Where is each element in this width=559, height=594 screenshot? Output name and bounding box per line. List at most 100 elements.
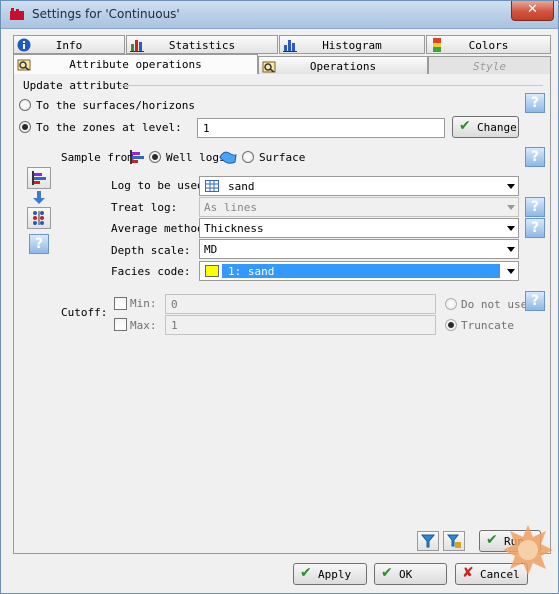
min-label: Min: [130,297,157,310]
change-button-label: Change [477,121,517,134]
app-icon [10,8,24,20]
chevron-down-icon [507,247,515,252]
log-grid-icon [205,180,219,192]
log-to-be-used-combo[interactable]: sand [199,176,519,196]
chevron-down-icon [507,226,515,231]
tab-attribute-operations[interactable]: Attribute operations [13,54,258,75]
help-button-treat-log[interactable]: ? [525,197,545,217]
cutoff-label: Cutoff: [61,306,108,319]
settings-dialog: Settings for 'Continuous' ✕ Info Statist… [0,0,559,594]
filter-icon [421,534,435,548]
well-logs-icon [32,171,46,185]
well-logs-small-icon [130,150,144,164]
chevron-down-icon [507,184,515,189]
update-attribute-label: Update attribute [23,79,129,92]
surfaces-radio[interactable] [19,99,31,111]
help-icon: ? [530,149,540,165]
check-icon: ✔ [381,565,393,581]
help-button-average-method[interactable]: ? [525,218,545,238]
help-button-left[interactable]: ? [29,234,49,254]
check-icon: ✔ [300,565,312,581]
tab-histogram-label: Histogram [322,39,382,52]
title-bar: Settings for 'Continuous' ✕ [1,1,558,29]
tab-attribute-operations-label: Attribute operations [69,58,202,71]
average-method-label: Average method [111,222,204,235]
min-checkbox[interactable] [114,297,127,310]
tab-info[interactable]: Info [13,35,125,54]
section-divider [119,85,543,86]
cancel-icon: ✘ [462,565,474,581]
tab-info-label: Info [55,39,83,52]
help-icon: ? [530,95,540,111]
zones-level-input[interactable]: 1 [197,118,445,138]
facies-code-combo[interactable]: 1: sand [199,261,519,281]
max-checkbox[interactable] [114,318,127,331]
depth-scale-label: Depth scale: [111,244,191,257]
log-to-be-used-value: sand [228,180,255,193]
surfaces-radio-label: To the surfaces/horizons [36,99,195,112]
facies-color-swatch [205,265,219,277]
chevron-down-icon [507,269,515,274]
truncate-radio [445,319,457,331]
filter-settings-icon [447,534,461,548]
help-button-sample[interactable]: ? [525,147,545,167]
well-logs-label: Well logs [166,151,226,164]
tab-colors[interactable]: Colors [426,35,551,54]
decorative-badge-icon [503,525,553,575]
well-logs-button[interactable] [27,167,51,189]
zones-radio-label: To the zones at level: [36,121,182,134]
zones-radio[interactable] [19,121,31,133]
average-method-value: Thickness [204,222,264,235]
tab-style: Style [428,56,551,75]
filter-button[interactable] [417,531,439,551]
zones-button[interactable] [27,207,51,229]
depth-scale-combo[interactable]: MD [199,239,519,259]
tab-statistics-label: Statistics [168,39,236,52]
help-button-cutoff[interactable]: ? [525,291,545,311]
sample-from-label: Sample from [61,151,134,164]
ok-button-label: OK [399,568,413,581]
tab-style-label: Style [472,60,507,73]
check-icon: ✔ [459,118,471,134]
help-icon: ? [34,236,44,252]
surface-label: Surface [259,151,306,164]
average-method-combo[interactable]: Thickness [199,218,519,238]
well-logs-radio[interactable] [149,151,161,163]
chevron-down-icon [507,205,515,210]
filter-settings-button[interactable] [443,531,465,551]
max-label: Max: [130,319,157,332]
tab-colors-label: Colors [468,39,509,52]
depth-scale-value: MD [204,243,218,256]
tab-statistics[interactable]: Statistics [126,35,278,54]
surface-icon [219,151,237,164]
arrow-down-icon [33,191,45,204]
do-not-use-label: Do not use [461,298,528,311]
close-button[interactable]: ✕ [511,1,554,21]
ok-button[interactable]: ✔ OK [374,563,447,585]
help-icon: ? [530,293,540,309]
surface-radio[interactable] [242,151,254,163]
window-title: Settings for 'Continuous' [32,7,180,21]
facies-code-label: Facies code: [111,265,191,278]
help-button-update[interactable]: ? [525,93,545,113]
tab-histogram[interactable]: Histogram [279,35,425,54]
treat-log-combo: As lines [199,197,519,217]
tab-operations-label: Operations [309,60,377,73]
check-icon: ✔ [486,532,498,548]
log-to-be-used-label: Log to be used [111,179,204,192]
treat-log-label: Treat log: [111,201,178,214]
tab-operations[interactable]: Operations [258,56,428,75]
help-icon: ? [530,199,540,215]
change-button[interactable]: ✔ Change [452,116,519,138]
min-input: 0 [165,294,436,314]
treat-log-value: As lines [204,201,257,214]
help-icon: ? [530,220,540,236]
apply-button-label: Apply [318,568,352,581]
do-not-use-radio [445,298,457,310]
max-input: 1 [165,315,436,335]
zones-icon [33,211,44,225]
truncate-label: Truncate [461,319,514,332]
apply-button[interactable]: ✔ Apply [293,563,367,585]
facies-code-value: 1: sand [228,265,275,278]
close-icon: ✕ [527,2,538,17]
